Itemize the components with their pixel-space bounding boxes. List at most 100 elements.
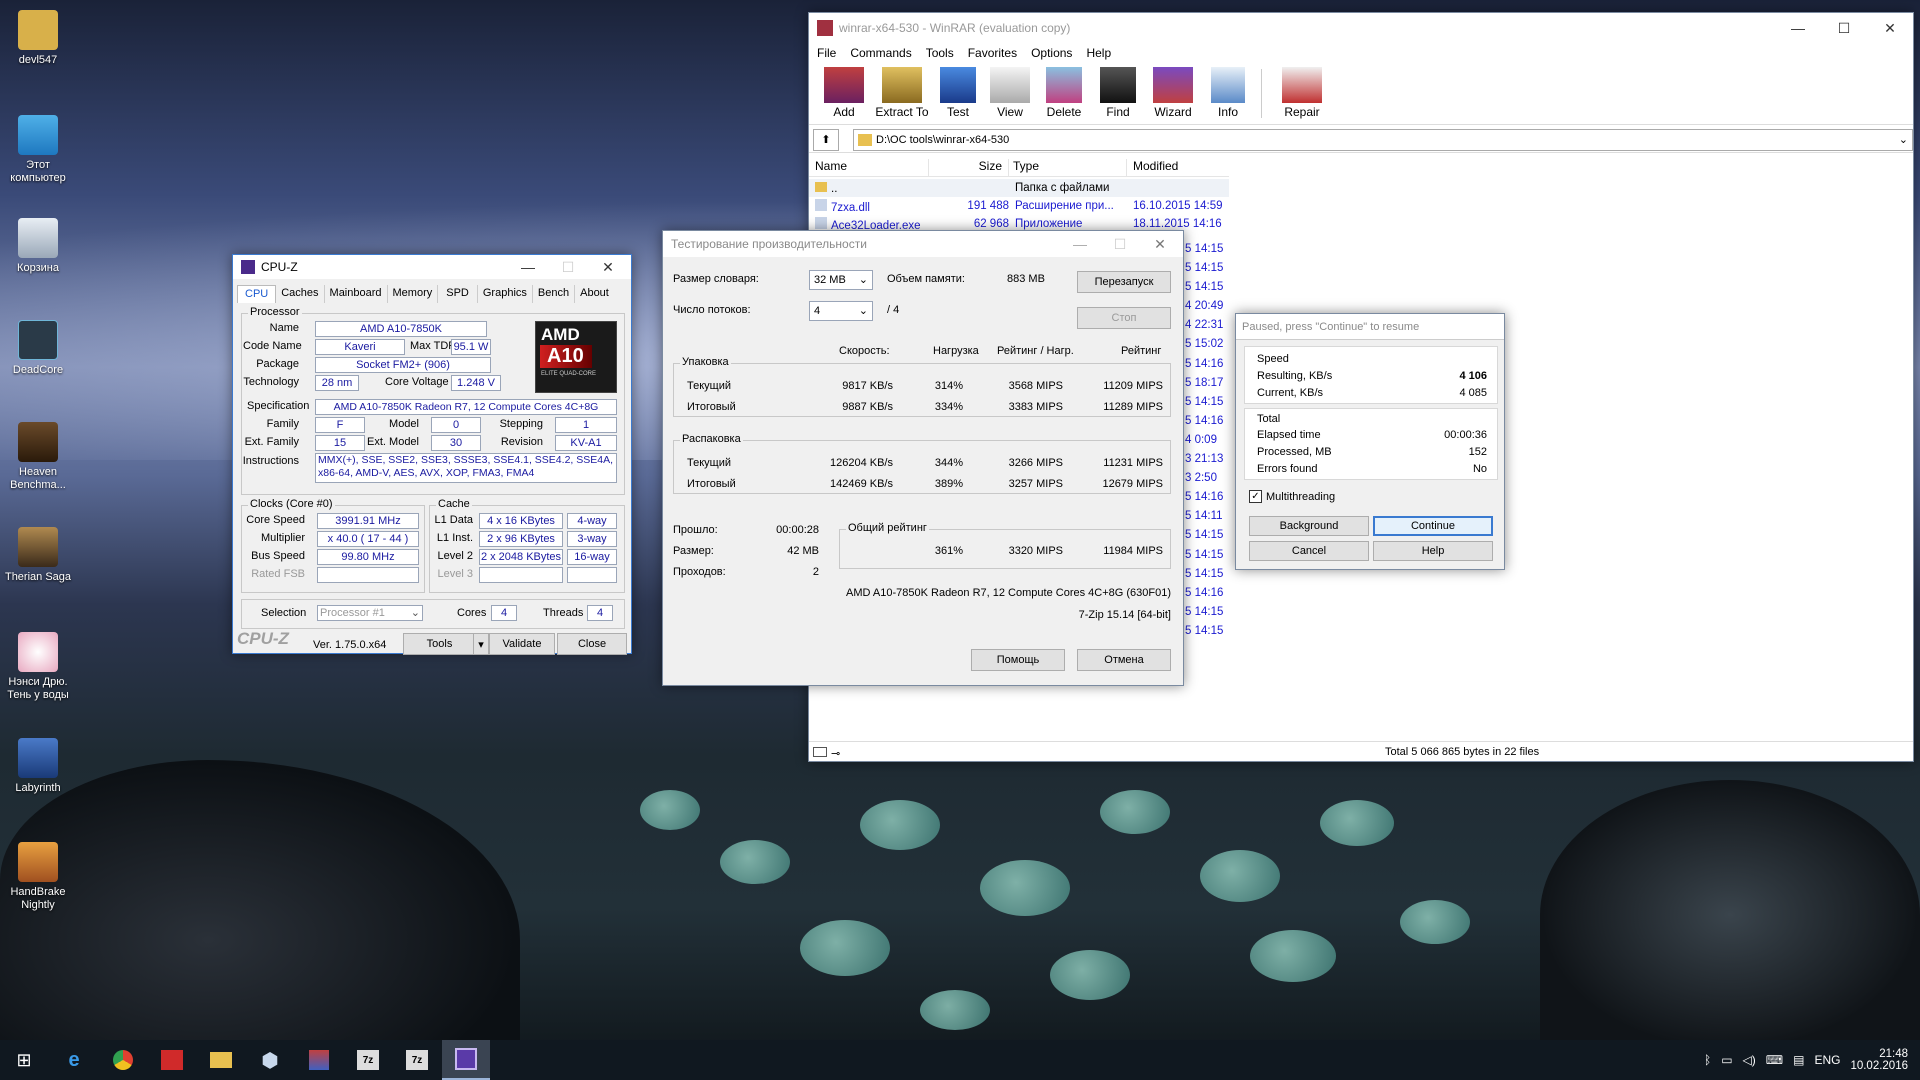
menu-help[interactable]: Help — [1086, 46, 1111, 60]
menu-options[interactable]: Options — [1031, 46, 1072, 60]
threads-select[interactable]: 4 ⌄ — [809, 301, 873, 321]
partial-date: 3 2:50 — [1185, 472, 1217, 485]
menu-favorites[interactable]: Favorites — [968, 46, 1017, 60]
toolbar-repair-button[interactable]: Repair — [1275, 63, 1329, 124]
close-button[interactable]: ✕ — [585, 255, 631, 279]
toolbar-test-button[interactable]: Test — [933, 63, 983, 124]
desktop-icon-nancy-drew[interactable]: Нэнси Дрю. Тень у воды — [4, 632, 72, 702]
toolbar-extract-button[interactable]: Extract To — [871, 63, 933, 124]
desktop-icon-recycle-bin[interactable]: Корзина — [4, 218, 72, 275]
clocks-title: Clocks (Core #0) — [248, 498, 335, 510]
cancel-button[interactable]: Отмена — [1077, 649, 1171, 671]
menu-file[interactable]: File — [817, 46, 836, 60]
multithreading-checkbox[interactable]: ✓ — [1249, 490, 1262, 503]
toolbar-add-button[interactable]: Add — [817, 63, 871, 124]
toolbar-label: Info — [1217, 105, 1238, 119]
file-type: Расширение при... — [1015, 200, 1114, 212]
desktop-icon-heaven[interactable]: Heaven Benchma... — [4, 422, 72, 492]
restart-button[interactable]: Перезапуск — [1077, 271, 1171, 293]
winrar-toolbar: Add Extract To Test View Delete Find Wiz… — [809, 63, 1913, 125]
close-button[interactable]: ✕ — [1867, 13, 1913, 43]
selection-select[interactable]: Processor #1 ⌄ — [317, 605, 423, 621]
chevron-down-icon[interactable]: ⌄ — [1899, 133, 1908, 146]
toolbar-wizard-button[interactable]: Wizard — [1145, 63, 1201, 124]
menu-commands[interactable]: Commands — [850, 46, 911, 60]
toolbar-find-button[interactable]: Find — [1091, 63, 1145, 124]
table-row[interactable]: .. Папка с файлами — [809, 179, 1229, 197]
taskbar-7zip-2[interactable]: 7z — [393, 1040, 441, 1080]
taskbar-chrome[interactable] — [99, 1040, 147, 1080]
minimize-button[interactable]: — — [1775, 13, 1821, 43]
deadcore-icon — [18, 320, 58, 360]
col-size[interactable]: Size — [929, 159, 1009, 176]
taskbar-edge[interactable]: e — [50, 1040, 98, 1080]
tab-graphics[interactable]: Graphics — [478, 285, 533, 303]
continue-button[interactable]: Continue — [1373, 516, 1493, 536]
maximize-button[interactable]: ☐ — [1821, 13, 1867, 43]
menu-tools[interactable]: Tools — [926, 46, 954, 60]
desktop-icon-labyrinth[interactable]: Labyrinth — [4, 738, 72, 795]
tab-spd[interactable]: SPD — [438, 285, 478, 303]
table-row[interactable]: 7zxa.dll 191 488 Расширение при... 16.10… — [809, 197, 1229, 215]
taskbar-app-red[interactable] — [148, 1040, 196, 1080]
desktop-icon-deadcore[interactable]: DeadCore — [4, 320, 72, 377]
dict-size-value: 32 MB — [814, 274, 846, 286]
keyboard-icon[interactable]: ⌨ — [1766, 1053, 1783, 1067]
tools-dropdown-button[interactable]: ▾ — [473, 633, 489, 655]
tab-bench[interactable]: Bench — [533, 285, 576, 303]
path-field[interactable]: D:\OC tools\winrar-x64-530 ⌄ — [853, 128, 1913, 151]
network-icon[interactable]: ▭ — [1721, 1053, 1732, 1067]
threads-label: Threads — [543, 607, 584, 619]
overall-rating: 11984 MIPS — [1103, 545, 1163, 557]
close-button[interactable]: ✕ — [1137, 231, 1183, 257]
help-button[interactable]: Помощь — [971, 649, 1065, 671]
tab-about[interactable]: About — [575, 285, 614, 303]
drive-icon[interactable] — [813, 746, 827, 757]
taskbar-winrar[interactable] — [295, 1040, 343, 1080]
cores-label: Cores — [457, 607, 487, 619]
taskbar-3d-app[interactable]: ⬢ — [246, 1040, 294, 1080]
winrar-titlebar[interactable]: winrar-x64-530 - WinRAR (evaluation copy… — [809, 13, 1913, 43]
tab-cpu[interactable]: CPU — [237, 285, 277, 303]
compress-current-rl: 3568 MIPS — [1008, 380, 1063, 392]
speaker-icon[interactable]: ◁) — [1743, 1053, 1756, 1067]
col-type[interactable]: Type — [1009, 159, 1127, 176]
desktop-icon-user[interactable]: devl547 — [4, 10, 72, 67]
taskbar-7zip[interactable]: 7z — [344, 1040, 392, 1080]
desktop-icon-therian-saga[interactable]: Therian Saga — [4, 527, 72, 584]
desktop-icon-label: devl547 — [18, 54, 58, 66]
tab-caches[interactable]: Caches — [276, 285, 325, 303]
decompress-total-label: Итоговый — [687, 478, 736, 490]
toolbar-info-button[interactable]: Info — [1201, 63, 1255, 124]
key-icon[interactable]: ⊸ — [831, 747, 845, 760]
stop-button[interactable]: Стоп — [1077, 307, 1171, 329]
up-folder-button[interactable]: ⬆ — [813, 128, 839, 151]
toolbar-view-button[interactable]: View — [983, 63, 1037, 124]
tools-button[interactable]: Tools — [403, 633, 475, 655]
file-name-text: 7zxa.dll — [831, 201, 870, 214]
cancel-button[interactable]: Cancel — [1249, 541, 1369, 561]
notification-icon[interactable]: ▤ — [1793, 1053, 1804, 1067]
desktop-icon-handbrake[interactable]: HandBrake Nightly — [4, 842, 72, 912]
bluetooth-icon[interactable]: ᛒ — [1704, 1053, 1711, 1067]
col-modified[interactable]: Modified — [1127, 159, 1227, 176]
clock[interactable]: 21:48 10.02.2016 — [1842, 1040, 1908, 1080]
partial-date: 5 14:15 — [1185, 395, 1224, 408]
taskbar-cpuz[interactable] — [442, 1040, 490, 1080]
toolbar-label: Find — [1106, 105, 1130, 119]
help-button[interactable]: Help — [1373, 541, 1493, 561]
language-indicator[interactable]: ENG — [1814, 1053, 1840, 1067]
taskbar-explorer[interactable] — [197, 1040, 245, 1080]
toolbar-delete-button[interactable]: Delete — [1037, 63, 1091, 124]
background-button[interactable]: Background — [1249, 516, 1369, 536]
decompress-current-load: 344% — [934, 457, 963, 469]
tab-mainboard[interactable]: Mainboard — [325, 285, 388, 303]
close-app-button[interactable]: Close — [557, 633, 627, 655]
col-name[interactable]: Name — [809, 159, 929, 176]
start-button[interactable]: ⊞ — [0, 1040, 48, 1080]
desktop-icon-this-pc[interactable]: Этот компьютер — [4, 115, 72, 185]
validate-button[interactable]: Validate — [489, 633, 555, 655]
partial-date: 5 14:15 — [1185, 567, 1224, 580]
tab-memory[interactable]: Memory — [388, 285, 439, 303]
dict-size-select[interactable]: 32 MB ⌄ — [809, 270, 873, 290]
